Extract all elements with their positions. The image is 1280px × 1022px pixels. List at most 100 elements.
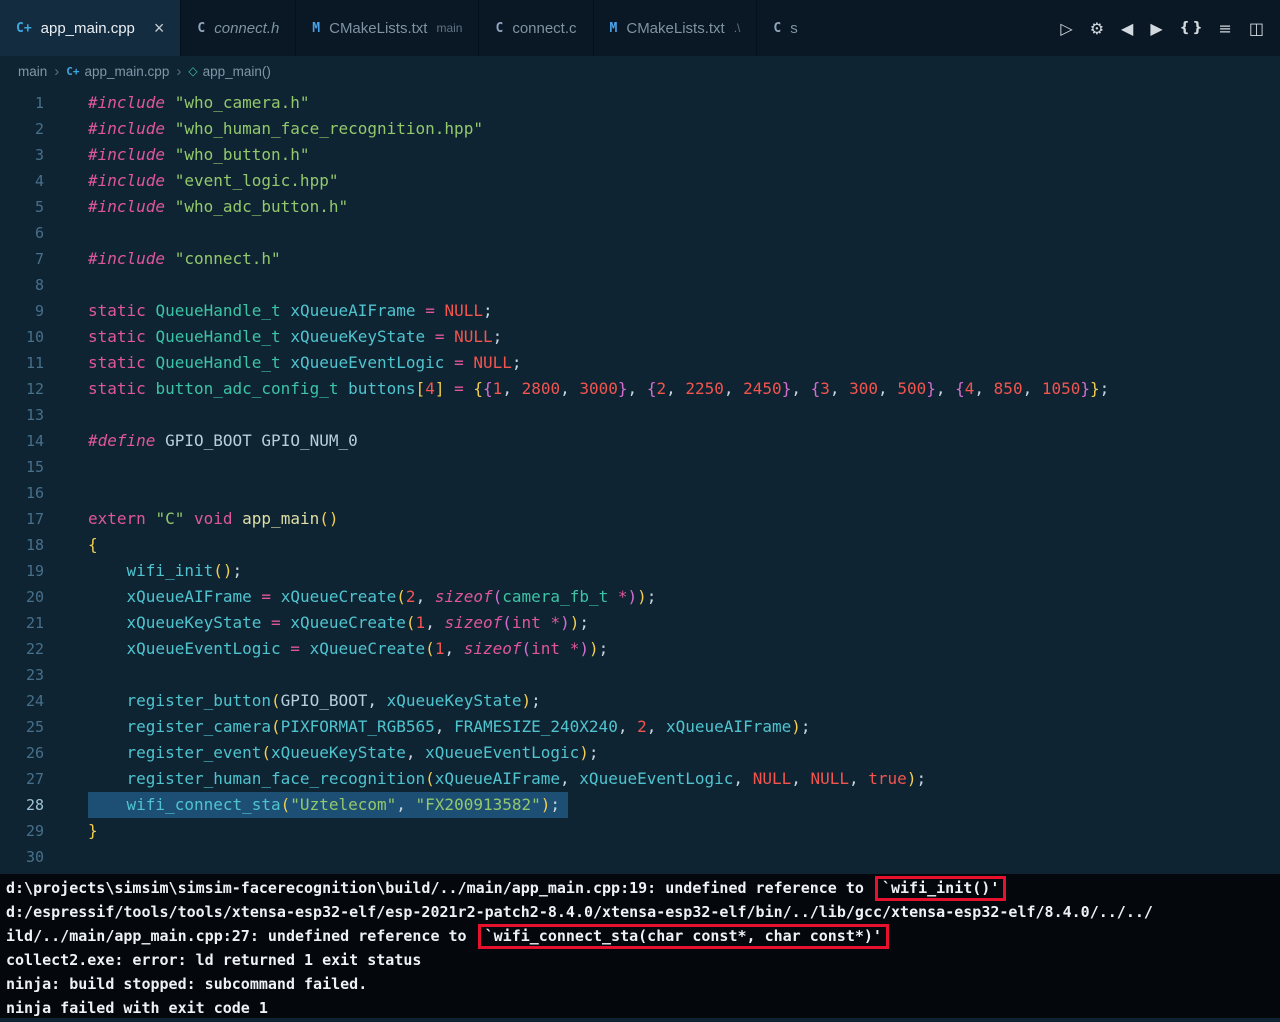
code-line-27[interactable]: register_human_face_recognition(xQueueAI… (88, 766, 1280, 792)
code-line-9[interactable]: static QueueHandle_t xQueueAIFrame = NUL… (88, 298, 1280, 324)
braces-button[interactable]: { } (1180, 20, 1203, 36)
line-number: 14 (25, 432, 44, 450)
line-number: 11 (25, 354, 44, 372)
breadcrumb-item-app-main-cpp[interactable]: C+ app_main.cpp (66, 64, 169, 79)
code-line-14[interactable]: #define GPIO_BOOT GPIO_NUM_0 (88, 428, 1280, 454)
tab-cmakelists-txt[interactable]: M CMakeLists.txt .\ (593, 0, 758, 56)
code-line-25[interactable]: register_camera(PIXFORMAT_RGB565, FRAMES… (88, 714, 1280, 740)
code-line-11[interactable]: static QueueHandle_t xQueueEventLogic = … (88, 350, 1280, 376)
run-or-debug-button[interactable]: ▷ (1060, 19, 1072, 38)
code-line-content: extern "C" void app_main() (88, 509, 339, 528)
code-line-16[interactable] (88, 480, 1280, 506)
code-line-29[interactable]: } (88, 818, 1280, 844)
breadcrumb-item-app-main-[interactable]: ◇ app_main() (188, 64, 271, 79)
breadcrumb-item-main[interactable]: main (18, 64, 47, 79)
c-file-icon: C (197, 20, 206, 36)
tab-bar: C+ app_main.cpp × Cconnect.h M CMakeLists.txt… (0, 0, 1280, 56)
split-editor-button[interactable]: ◫ (1249, 19, 1264, 38)
tab-app-main-cpp[interactable]: C+ app_main.cpp × (0, 0, 182, 56)
tab-cmakelists-txt[interactable]: M CMakeLists.txt main (296, 0, 480, 56)
vscode-window: C+ app_main.cpp × Cconnect.h M CMakeLists.txt… (0, 0, 1280, 1018)
code-line-content: register_button(GPIO_BOOT, xQueueKeyStat… (126, 691, 541, 710)
line-number: 2 (34, 120, 44, 138)
close-tab-icon[interactable]: × (154, 19, 165, 37)
code-line-18[interactable]: { (88, 532, 1280, 558)
navigate-forward-button[interactable]: ▶ (1150, 19, 1162, 38)
line-number: 19 (25, 562, 44, 580)
breadcrumb: main › C+ app_main.cpp › ◇ app_main() (0, 56, 1280, 86)
tab-s[interactable]: Cs (757, 0, 812, 56)
line-number: 29 (25, 822, 44, 840)
code-line-26[interactable]: register_event(xQueueKeyState, xQueueEve… (88, 740, 1280, 766)
code-line-5[interactable]: #include "who_adc_button.h" (88, 194, 1280, 220)
c-file-icon: C (773, 20, 782, 36)
code-line-content: { (88, 535, 98, 554)
line-number-gutter: 1 2 3 4 5 6 7 8 9 10 11 12 13 14 15 16 17 18 19 20 21 22 23 24 2… (0, 90, 64, 874)
line-number: 3 (34, 146, 44, 164)
code-line-6[interactable] (88, 220, 1280, 246)
tab-suffix: main (436, 21, 463, 35)
code-editor: 1 2 3 4 5 6 7 8 9 10 11 12 13 14 15 16 17 18 19 20 21 22 23 24 2… (0, 86, 1280, 874)
c-file-icon: C (495, 20, 504, 36)
line-number: 1 (34, 94, 44, 112)
code-line-content: xQueueEventLogic = xQueueCreate(1, sizeo… (126, 639, 609, 658)
code-line-23[interactable] (88, 662, 1280, 688)
settings-gear-button[interactable]: ⚙ (1090, 19, 1104, 38)
tab-label: connect.c (512, 19, 577, 37)
tab-connect-c[interactable]: Cconnect.c (479, 0, 594, 56)
code-line-30[interactable] (88, 844, 1280, 870)
tab-label: app_main.cpp (40, 19, 135, 37)
tab-suffix: .\ (733, 21, 741, 35)
code-line-1[interactable]: #include "who_camera.h" (88, 90, 1280, 116)
terminal-line-2: d:/espressif/tools/tools/xtensa-esp32-el… (6, 903, 1153, 921)
code-line-13[interactable] (88, 402, 1280, 428)
code-line-24[interactable]: register_button(GPIO_BOOT, xQueueKeyStat… (88, 688, 1280, 714)
code-line-2[interactable]: #include "who_human_face_recognition.hpp… (88, 116, 1280, 142)
code-line-20[interactable]: xQueueAIFrame = xQueueCreate(2, sizeof(c… (88, 584, 1280, 610)
code-line-19[interactable]: wifi_init(); (88, 558, 1280, 584)
line-number: 18 (25, 536, 44, 554)
code-line-content: #define GPIO_BOOT GPIO_NUM_0 (88, 431, 358, 450)
navigate-back-button[interactable]: ◀ (1121, 19, 1133, 38)
line-number: 7 (34, 250, 44, 268)
code-line-10[interactable]: static QueueHandle_t xQueueKeyState = NU… (88, 324, 1280, 350)
outline-list-button[interactable]: ≡ (1218, 19, 1231, 38)
code-line-content: wifi_init(); (126, 561, 243, 580)
code-line-content: #include "who_camera.h" (88, 93, 310, 112)
code-line-17[interactable]: extern "C" void app_main() (88, 506, 1280, 532)
line-number: 15 (25, 458, 44, 476)
code-line-8[interactable] (88, 272, 1280, 298)
tab-label: CMakeLists.txt (329, 19, 428, 37)
cmake-file-icon: M (609, 20, 618, 36)
line-number: 26 (25, 744, 44, 762)
line-number: 8 (34, 276, 44, 294)
line-number: 6 (34, 224, 44, 242)
code-line-content: static QueueHandle_t xQueueAIFrame = NUL… (88, 301, 493, 320)
line-number: 27 (25, 770, 44, 788)
code-line-28[interactable]: wifi_connect_sta("Uztelecom", "FX2009135… (88, 792, 1280, 818)
code-line-content: #include "who_adc_button.h" (88, 197, 349, 216)
code-line-12[interactable]: static button_adc_config_t buttons[4] = … (88, 376, 1280, 402)
code-line-content: wifi_connect_sta("Uztelecom", "FX2009135… (88, 792, 569, 818)
line-number: 20 (25, 588, 44, 606)
terminal-line-5: ninja: build stopped: subcommand failed. (6, 975, 368, 993)
code-line-15[interactable] (88, 454, 1280, 480)
build-output-terminal[interactable]: d:\projects\simsim\simsim-facerecognitio… (0, 874, 1280, 1018)
code-line-content: #include "who_human_face_recognition.hpp… (88, 119, 483, 138)
line-number: 30 (25, 848, 44, 866)
code-line-content: xQueueKeyState = xQueueCreate(1, sizeof(… (126, 613, 589, 632)
code-line-3[interactable]: #include "who_button.h" (88, 142, 1280, 168)
line-number: 23 (25, 666, 44, 684)
code-area[interactable]: #include "who_camera.h" #include "who_hum… (64, 90, 1280, 874)
code-line-4[interactable]: #include "event_logic.hpp" (88, 168, 1280, 194)
code-line-22[interactable]: xQueueEventLogic = xQueueCreate(1, sizeo… (88, 636, 1280, 662)
code-line-21[interactable]: xQueueKeyState = xQueueCreate(1, sizeof(… (88, 610, 1280, 636)
code-line-7[interactable]: #include "connect.h" (88, 246, 1280, 272)
tab-label: s (790, 19, 798, 37)
line-number: 12 (25, 380, 44, 398)
error-highlight-box: `wifi_init()' (874, 876, 1007, 901)
tab-connect-h[interactable]: Cconnect.h (181, 0, 297, 56)
line-number: 10 (25, 328, 44, 346)
tab-label: connect.h (214, 19, 280, 37)
line-number: 22 (25, 640, 44, 658)
